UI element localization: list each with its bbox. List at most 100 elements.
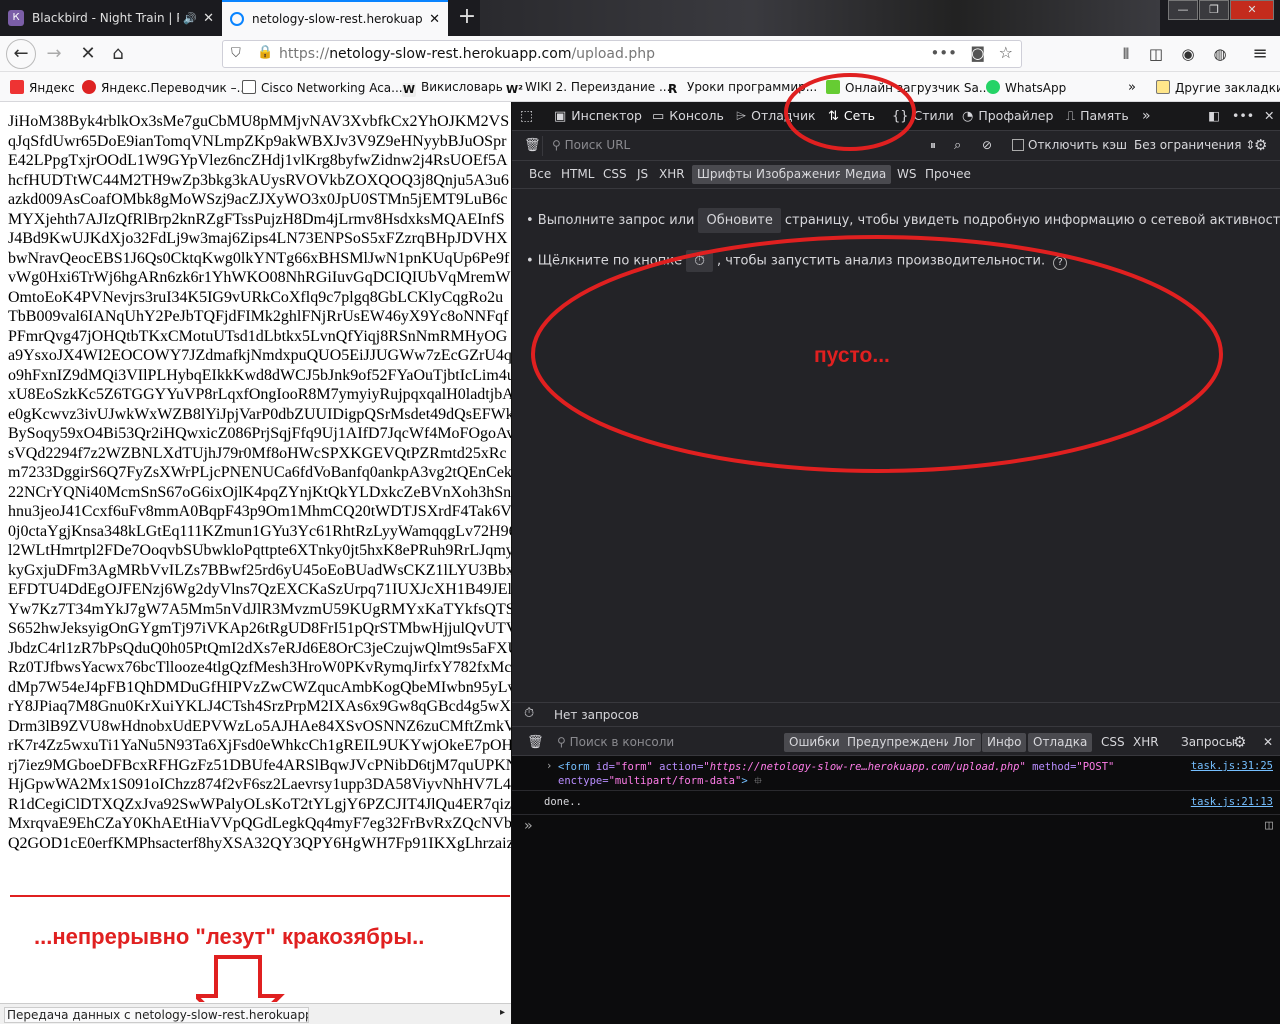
console-filter-log[interactable]: Лог <box>948 733 981 752</box>
target-icon[interactable]: ⯐ <box>754 775 762 787</box>
bookmark-wiki2[interactable]: W² WIKI 2. Переиздание ... <box>506 80 670 97</box>
dock-icon[interactable]: ◧ <box>1208 108 1220 123</box>
status-text: Передача данных с netology-slow-rest.her… <box>4 1007 309 1023</box>
gear-icon[interactable]: ⚙ <box>1254 136 1267 154</box>
help-icon[interactable]: ? <box>1053 255 1068 270</box>
pause-icon[interactable]: ⏸ <box>930 138 936 153</box>
tab-debugger[interactable]: ⌲ Отладчик <box>736 108 816 124</box>
bookmark-cisco[interactable]: Cisco Networking Aca... <box>242 80 403 95</box>
speaker-icon[interactable]: 🔊 <box>183 12 197 25</box>
tab-style-editor[interactable]: {} Стили <box>892 108 954 124</box>
disable-cache-checkbox[interactable]: Отключить кэш <box>1012 138 1127 152</box>
close-tab-icon[interactable]: ✕ <box>429 12 440 27</box>
close-console-icon[interactable]: ✕ <box>1258 733 1278 752</box>
source-link[interactable]: task.js:21:13 <box>1191 796 1273 808</box>
braces-icon: {} <box>892 109 909 124</box>
filter-other[interactable]: Прочее <box>920 165 976 184</box>
text-line: Rz0TJfbwsYacwx76bcTllooze4tlgQzfMesh3Hro… <box>8 659 511 676</box>
console-log-form[interactable]: <form id="form" action="https://netology… <box>558 760 1208 788</box>
filter-html[interactable]: HTML <box>556 165 599 184</box>
bookmark-lessons[interactable]: R Уроки программир... <box>668 80 817 96</box>
console-filter-input[interactable]: ⚲ Поиск в консоли <box>552 733 679 752</box>
filter-js[interactable]: JS <box>632 165 653 184</box>
console-filter-errors[interactable]: Ошибки <box>784 733 845 752</box>
debugger-icon: ⌲ <box>736 109 747 124</box>
console-filter-xhr[interactable]: XHR <box>1128 733 1164 752</box>
page-actions-icon[interactable]: ••• <box>930 44 957 62</box>
console-filter-info[interactable]: Инфо <box>982 733 1027 752</box>
bookmark-other[interactable]: Другие закладки <box>1156 80 1280 95</box>
scroll-right-icon[interactable]: ▸ <box>500 1007 505 1018</box>
url-bar[interactable]: ⛉ 🔒 https://netology-slow-rest.herokuapp… <box>222 40 1022 68</box>
console-filter-debug[interactable]: Отладка <box>1028 733 1093 752</box>
split-editor-icon[interactable]: ◫ <box>1265 818 1273 833</box>
options-icon[interactable]: ••• <box>1232 108 1254 123</box>
filter-all[interactable]: Все <box>524 165 556 184</box>
bookmark-star-icon[interactable]: ☆ <box>999 43 1013 62</box>
trash-icon[interactable]: 🗑 <box>524 138 541 153</box>
console-filter-warnings[interactable]: Предупреждения <box>842 733 964 752</box>
wiki2-icon: W² <box>506 83 523 96</box>
console-prompt-icon[interactable]: » <box>524 818 532 834</box>
tab-console[interactable]: ▭ Консоль <box>652 108 724 124</box>
filter-fonts[interactable]: Шрифты <box>692 165 757 184</box>
filter-images[interactable]: Изображения <box>751 165 848 184</box>
pick-element-icon[interactable]: ⬚ <box>520 108 533 124</box>
tab-blackbird[interactable]: К Blackbird - Night Train | Ре 🔊 ✕ <box>0 0 222 36</box>
console-filter-css[interactable]: CSS <box>1096 733 1130 752</box>
tab-inspector[interactable]: ▣ Инспектор <box>554 108 642 124</box>
menu-icon[interactable]: ≡ <box>1246 40 1274 68</box>
more-tabs-icon[interactable]: » <box>1142 108 1151 124</box>
minimize-icon[interactable]: — <box>1168 0 1198 20</box>
throttling-select[interactable]: Без ограничения ⇕ <box>1134 138 1255 152</box>
console-gear-icon[interactable]: ⚙ <box>1228 731 1251 751</box>
text-line: rj7iez9MGboeDFBcxRFHGzFz51DBUfe4ARSlBqwJ… <box>8 756 511 774</box>
account-icon[interactable]: ◉ <box>1174 40 1202 68</box>
text-line: a9YsxoJX4WI2EOCOWY7JZdmafkjNmdxpuQUO5EiJ… <box>8 347 511 364</box>
tab-memory[interactable]: ⎍ Память <box>1066 108 1129 124</box>
bookmark-wiktionary[interactable]: W Викисловарь <box>402 80 503 97</box>
url-text[interactable]: https://netology-slow-rest.herokuapp.com… <box>279 46 655 62</box>
clear-console-icon[interactable]: 🗑 <box>522 733 549 752</box>
stop-icon[interactable]: ✕ <box>74 40 102 68</box>
close-devtools-icon[interactable]: ✕ <box>1264 108 1274 123</box>
globe-icon[interactable]: ◍ <box>1206 40 1234 68</box>
tab-network[interactable]: ⇅ Сеть <box>828 108 875 124</box>
search-icon[interactable]: ⌕ <box>954 138 961 153</box>
filter-ws[interactable]: WS <box>892 165 921 184</box>
bookmark-whatsapp[interactable]: WhatsApp <box>986 80 1066 95</box>
text-line: xU8EoSzkKc5Z6TGGYYuVP8rLqxfOngIooR8M7ymy… <box>8 386 511 403</box>
close-window-icon[interactable]: ✕ <box>1230 0 1274 20</box>
tab-profiler[interactable]: ◔ Профайлер <box>962 108 1053 124</box>
block-icon[interactable]: ⊘ <box>982 138 992 152</box>
bookmarks-toolbar: Яндекс Яндекс.Переводчик –... Cisco Netw… <box>0 72 1280 102</box>
home-icon[interactable]: ⌂ <box>104 40 132 68</box>
back-icon[interactable]: ← <box>6 39 36 69</box>
tab-netology[interactable]: netology-slow-rest.herokuapp ✕ <box>222 0 448 36</box>
bookmark-yandex-translate[interactable]: Яндекс.Переводчик –... <box>82 80 248 95</box>
sidebar-icon[interactable]: ◫ <box>1142 40 1170 68</box>
restore-icon[interactable]: ❐ <box>1199 0 1229 20</box>
lock-icon[interactable]: 🔒 <box>257 45 273 60</box>
url-filter-input[interactable]: ⚲ Поиск URL <box>552 138 630 152</box>
library-icon[interactable]: ⫴ <box>1112 40 1140 68</box>
shield-icon[interactable]: ⛉ <box>231 46 241 61</box>
stopwatch-icon[interactable]: ⏱ <box>524 706 534 721</box>
stopwatch-icon[interactable]: ⏱ <box>686 250 713 272</box>
reload-button[interactable]: Обновите <box>698 208 781 233</box>
bookmark-downloader[interactable]: Онлайн загрузчик Sa... <box>826 80 990 95</box>
source-link[interactable]: task.js:31:25 <box>1191 760 1273 772</box>
filter-xhr[interactable]: XHR <box>654 165 690 184</box>
text-line: sVQd2294f7z2WZBNLXdTUjhJ79r0Mf8oHWcSPXKG… <box>8 444 507 462</box>
forward-icon[interactable]: → <box>40 40 68 68</box>
bookmark-yandex[interactable]: Яндекс <box>10 80 75 95</box>
chevron-icon[interactable]: » <box>1128 80 1136 95</box>
filter-media[interactable]: Медиа <box>840 165 892 184</box>
navigation-bar: ← → ✕ ⌂ ⛉ 🔒 https://netology-slow-rest.h… <box>0 36 1280 72</box>
text-line: J4Bd9KwUJKdXjo32FdLj9w3maj6Zips4LN73ENPS… <box>8 230 508 247</box>
close-tab-icon[interactable]: ✕ <box>203 11 214 26</box>
expand-arrow-icon[interactable]: › <box>546 760 552 772</box>
pocket-icon[interactable]: ◙ <box>970 44 985 62</box>
new-tab-button[interactable]: + <box>452 2 482 34</box>
filter-css[interactable]: CSS <box>598 165 632 184</box>
